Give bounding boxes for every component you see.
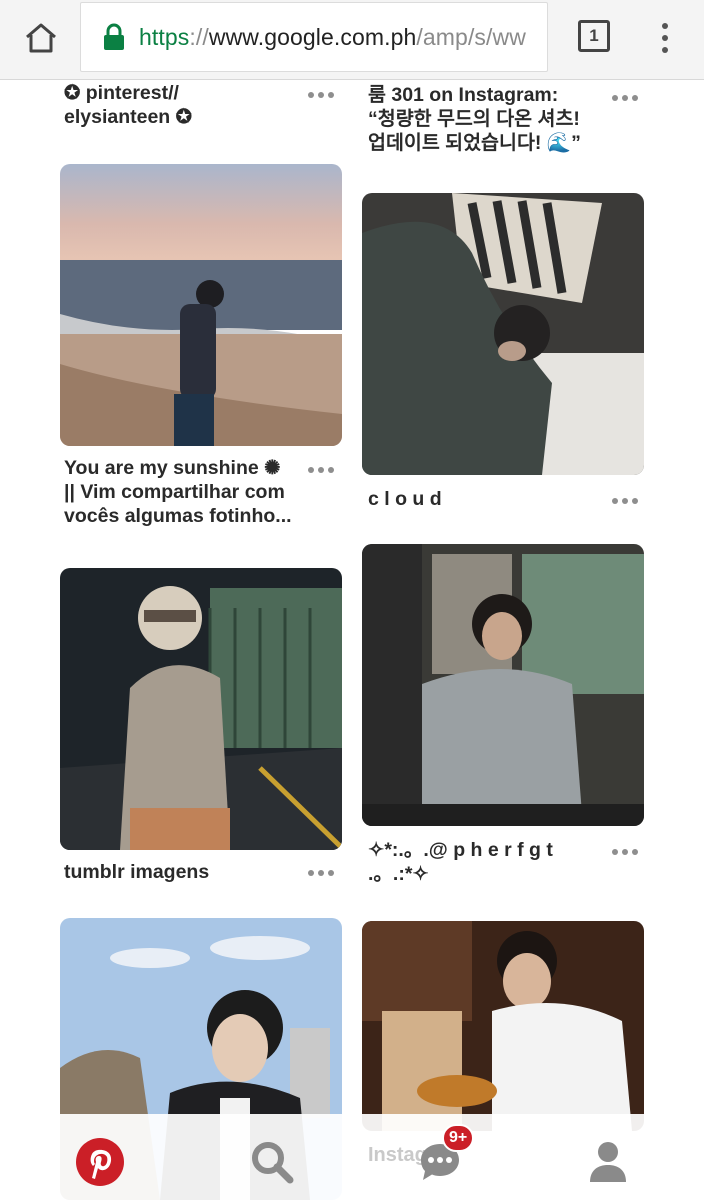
more-dot-icon [308, 870, 314, 876]
pin-title: You are my sunshine ✺ || Vim compartilha… [64, 456, 314, 528]
url-scheme: https [139, 23, 190, 50]
more-dot-icon [328, 92, 334, 98]
pin-title-line: c l o u d [368, 488, 442, 510]
pinterest-logo-icon [76, 1138, 124, 1186]
overflow-menu-button[interactable] [650, 18, 680, 58]
pin-title: 룸 301 on Instagram: “청량한 무드의 다온 셔츠! 업데이트… [368, 83, 618, 155]
pin-card[interactable]: tumblr imagens [0, 568, 352, 888]
pin-card[interactable]: ✧*:.。.@ p h e r f g t .。.:*✧ [352, 544, 704, 894]
pin-title-line: .。.:*✧ [368, 863, 429, 885]
more-dot-icon [318, 92, 324, 98]
more-dot-icon [632, 498, 638, 504]
pin-title-line: “청량한 무드의 다온 셔츠! [368, 108, 580, 130]
pin-title-line: ✧*:.。.@ p h e r f g t [368, 839, 553, 861]
pin-image-street[interactable] [60, 568, 342, 850]
lock-icon [104, 23, 124, 50]
menu-dot-icon [662, 35, 668, 41]
pin-title-line: You are my sunshine ✺ [64, 457, 281, 479]
home-icon [26, 23, 56, 53]
pin-more-button[interactable] [308, 868, 338, 878]
pin-more-button[interactable] [612, 93, 642, 103]
pin-title: ✪ pinterest// elysianteen ✪ [64, 81, 304, 129]
more-dot-icon [622, 498, 628, 504]
pin-title-line: elysianteen ✪ [64, 106, 192, 128]
nav-home-button[interactable] [72, 1134, 128, 1190]
pin-more-button[interactable] [308, 465, 338, 475]
pin-feed[interactable]: ✪ pinterest// elysianteen ✪ 룸 301 on Ins… [0, 81, 704, 1200]
pin-more-button[interactable] [308, 90, 338, 100]
more-dot-icon [318, 467, 324, 473]
bottom-navigation: Instag 9+ [0, 1114, 704, 1200]
address-bar[interactable]: https://www.google.com.ph/amp/s/ww [80, 2, 548, 72]
pin-title: c l o u d [368, 487, 588, 511]
more-dot-icon [612, 95, 618, 101]
more-dot-icon [622, 849, 628, 855]
more-dot-icon [612, 498, 618, 504]
beach-photo-icon [60, 164, 342, 446]
pin-more-button[interactable] [612, 496, 642, 506]
menu-dot-icon [662, 47, 668, 53]
more-dot-icon [632, 849, 638, 855]
street-photo-icon [60, 568, 342, 850]
pin-title-line: 룸 301 on Instagram: [368, 84, 559, 106]
pin-image-sleeping[interactable] [362, 193, 644, 475]
pin-title-line: ✪ pinterest// [64, 82, 179, 104]
nav-search-button[interactable] [244, 1134, 300, 1190]
pin-image-cafe[interactable] [362, 544, 644, 826]
search-icon [252, 1142, 294, 1184]
tab-switcher-button[interactable]: 1 [578, 20, 610, 52]
cafe-photo-icon [362, 544, 644, 826]
pin-card[interactable]: c l o u d [352, 193, 704, 513]
dinner-photo-icon [362, 921, 644, 1131]
url-path: /amp/s/ww [416, 23, 526, 50]
pin-title-line: || Vim compartilhar com [64, 481, 285, 503]
browser-toolbar: https://www.google.com.ph/amp/s/ww 1 [0, 0, 704, 80]
more-dot-icon [328, 870, 334, 876]
home-button[interactable] [18, 18, 64, 58]
pin-card[interactable]: ✪ pinterest// elysianteen ✪ [0, 81, 352, 141]
more-dot-icon [308, 92, 314, 98]
pin-card[interactable]: You are my sunshine ✺ || Vim compartilha… [0, 164, 352, 534]
more-dot-icon [318, 870, 324, 876]
pin-image-beach[interactable] [60, 164, 342, 446]
notifications-badge: 9+ [442, 1124, 475, 1152]
more-dot-icon [622, 95, 628, 101]
pin-card[interactable]: 룸 301 on Instagram: “청량한 무드의 다온 셔츠! 업데이트… [352, 81, 704, 161]
menu-dot-icon [662, 23, 668, 29]
more-dot-icon [612, 849, 618, 855]
url-separator: :// [189, 23, 209, 50]
url-host: www.google.com.ph [208, 23, 417, 50]
pin-title-line: tumblr imagens [64, 861, 210, 883]
more-dot-icon [308, 467, 314, 473]
more-dot-icon [328, 467, 334, 473]
more-dot-icon [632, 95, 638, 101]
nav-profile-button[interactable] [580, 1134, 636, 1190]
bed-photo-icon [362, 193, 644, 475]
pin-title-line: 업데이트 되었습니다! 🌊” [368, 132, 581, 154]
url-text: https://www.google.com.ph/amp/s/ww [139, 24, 526, 51]
nav-messages-button[interactable]: 9+ [412, 1124, 475, 1190]
pin-title: tumblr imagens [64, 860, 304, 884]
pin-title: ✧*:.。.@ p h e r f g t .。.:*✧ [368, 838, 598, 886]
profile-icon [590, 1142, 626, 1182]
pin-title-line: vocês algumas fotinho... [64, 505, 292, 527]
pin-more-button[interactable] [612, 847, 642, 857]
pin-image-dinner[interactable] [362, 921, 644, 1131]
